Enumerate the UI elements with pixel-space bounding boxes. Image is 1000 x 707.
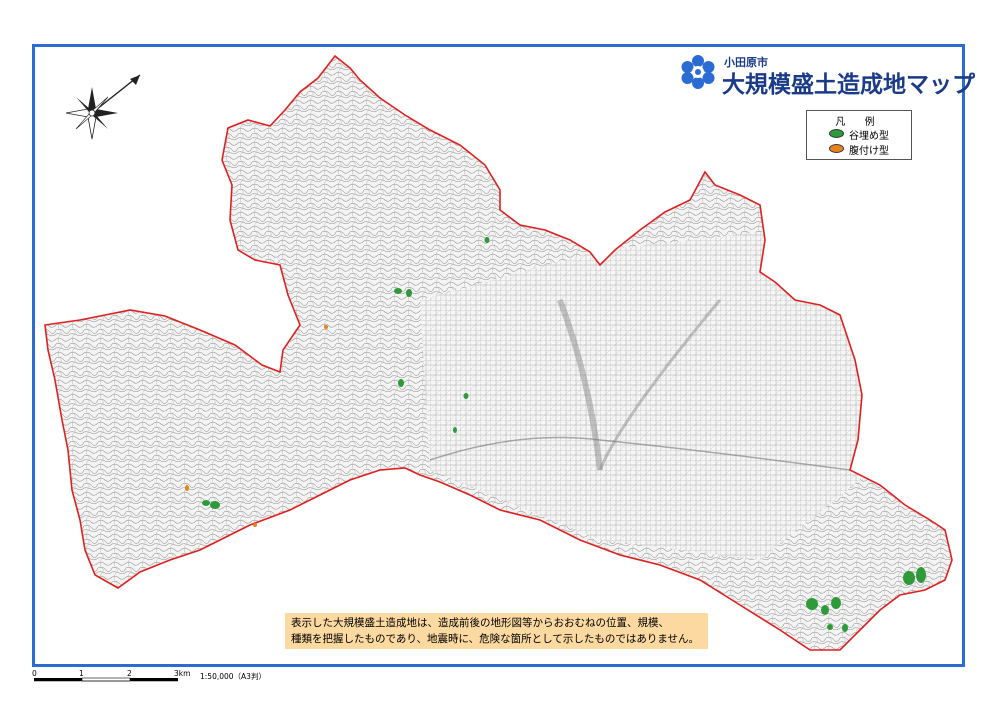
- map-canvas[interactable]: [0, 0, 1000, 707]
- notice-line: 表示した大規模盛土造成地は、造成前後の地形図等からおおむねの位置、規模、: [291, 617, 669, 629]
- scale-tick-label: 3km: [174, 669, 191, 678]
- map-title: 大規模盛土造成地マップ: [722, 72, 975, 98]
- legend-title: 凡 例: [835, 117, 883, 128]
- scale-tick-label: 2: [127, 669, 132, 678]
- compass-rose-icon: [65, 74, 141, 140]
- scale-tick-label: 0: [32, 669, 37, 678]
- notice-line: 種類を把握したものであり、地震時に、危険な箇所として示したものではありません。: [291, 633, 700, 645]
- legend-label: 腹付け型: [849, 146, 889, 157]
- disclaimer-notice: 表示した大規模盛土造成地は、造成前後の地形図等からおおむねの位置、規模、 種類を…: [285, 613, 708, 649]
- scale-tick-label: 1: [79, 669, 84, 678]
- city-emblem-icon: [681, 55, 715, 89]
- side-hill-fill-swatch-icon: [829, 144, 844, 153]
- scale-ratio: 1:50,000（A3判）: [200, 672, 266, 681]
- map-legend: 凡 例 谷埋め型 腹付け型: [806, 110, 912, 160]
- valley-fill-swatch-icon: [829, 129, 844, 138]
- legend-label: 谷埋め型: [849, 131, 889, 142]
